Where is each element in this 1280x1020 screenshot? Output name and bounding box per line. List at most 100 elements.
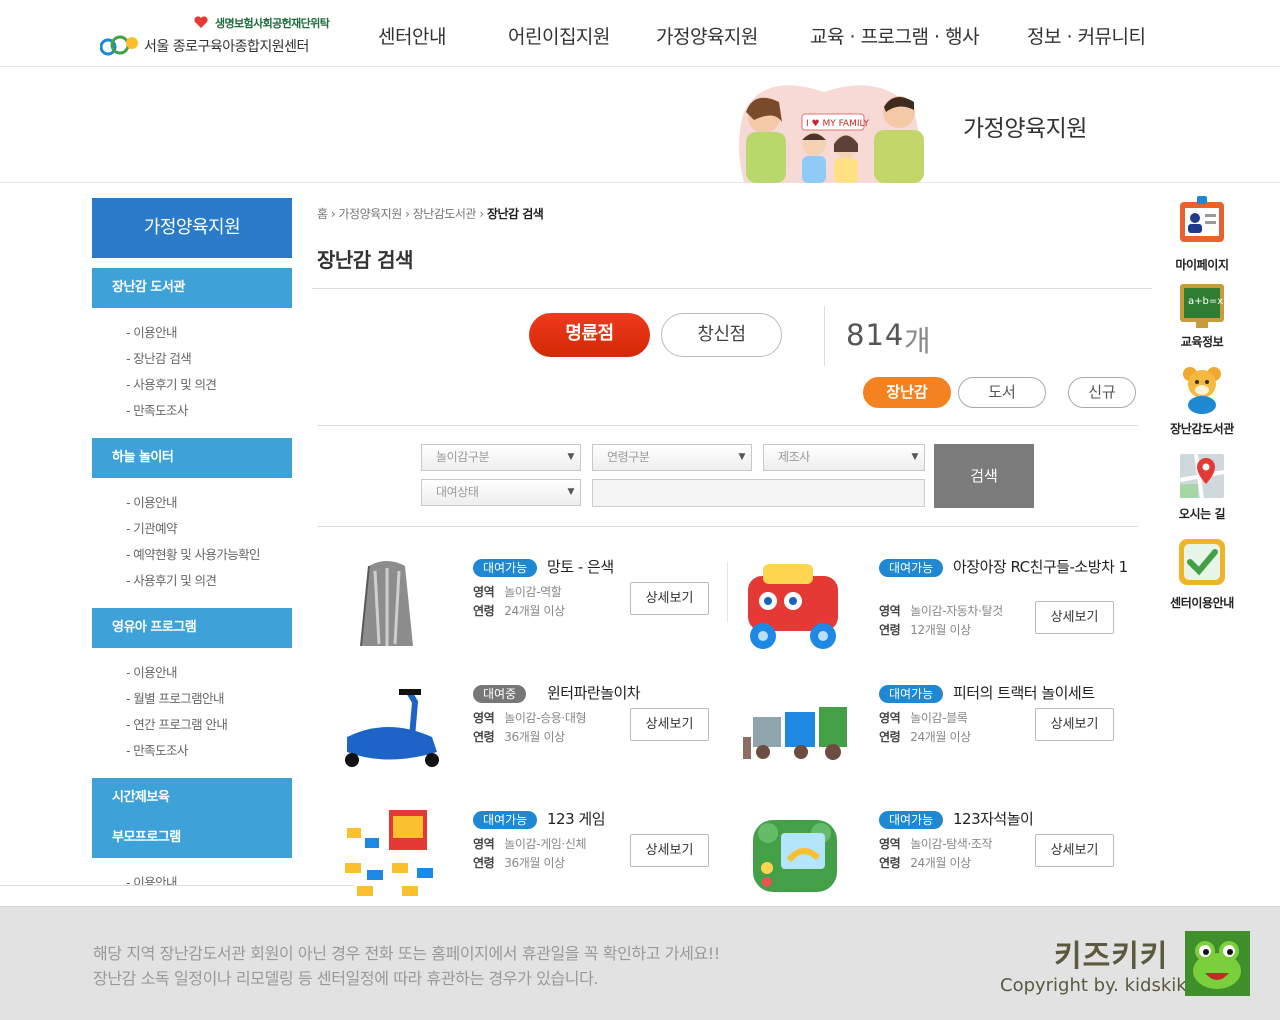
sidebar-title: 가정양육지원 [92,198,292,258]
result-count: 814 [846,318,905,352]
sidebar-item-survey[interactable]: - 만족도조사 [126,400,188,419]
area-label: 영역 [473,711,495,725]
toy-area: 영역 놀이감-블록 [879,709,968,726]
gnb-center-info[interactable]: 센터안내 [378,22,446,49]
detail-button[interactable]: 상세보기 [1035,708,1114,741]
breadcrumb-current: 장난감 검색 [486,207,544,221]
sidebar-group-parent-program[interactable]: 부모프로그램 [92,818,292,858]
sidebar-item-guide[interactable]: - 이용안내 [126,322,177,341]
center-logo-icon[interactable] [100,33,140,57]
toy-thumbnail[interactable] [723,556,863,656]
sidebar-group-hourly-care[interactable]: 시간제보육 [92,778,292,818]
sidebar-item-guide[interactable]: - 이용안내 [126,492,177,511]
divider [312,288,1152,289]
sidebar-item-survey[interactable]: - 만족도조사 [126,740,188,759]
breadcrumb-home[interactable]: 홈 [317,207,328,221]
sidebar-item-guide[interactable]: - 이용안내 [126,662,177,681]
chevron-right-icon: › [330,207,336,221]
toy-age: 연령 24개월 이상 [879,728,971,745]
area-value: 놀이감-역할 [504,585,562,599]
toy-thumbnail[interactable] [317,556,457,656]
caret-down-icon: ▼ [567,487,574,497]
area-label: 영역 [879,711,901,725]
toy-name[interactable]: 123자석놀이 [879,808,1129,830]
frog-mascot-icon [1185,931,1250,996]
gnb-home-parenting[interactable]: 가정양육지원 [656,22,758,49]
maker-select[interactable]: 제조사 ▼ [763,444,925,471]
play-type-select[interactable]: 놀이감구분 ▼ [421,444,581,471]
toy-area: 영역 놀이감-승용·대형 [473,709,587,726]
section-title: 가정양육지원 [963,116,1087,142]
sidebar-item-monthly-program[interactable]: - 월별 프로그램안내 [126,688,224,707]
age-label: 연령 [879,623,901,637]
family-illustration: I ♥ MY FAMILY [739,85,924,183]
breadcrumb-level2[interactable]: 장난감도서관 [413,207,477,221]
search-button[interactable]: 검색 [934,444,1034,508]
toy-thumbnail[interactable] [317,682,457,782]
toy-name[interactable]: 123 게임 [473,808,723,830]
detail-button[interactable]: 상세보기 [1035,834,1114,867]
toy-name[interactable]: 피터의 트랙터 놀이세트 [879,682,1129,704]
quick-menu-label: 마이페이지 [1175,258,1229,272]
area-label: 영역 [473,585,495,599]
store-tab-myeongnyun[interactable]: 명륜점 [529,313,650,357]
toy-name[interactable]: 망토 - 은색 [473,556,723,578]
detail-button[interactable]: 상세보기 [630,582,709,615]
toy-age: 연령 36개월 이상 [473,728,565,745]
toy-thumbnail[interactable] [723,682,863,782]
store-tab-changsin[interactable]: 창신점 [661,313,782,357]
sidebar-group-toy-library[interactable]: 장난감 도서관 [92,268,292,308]
age-value: 24개월 이상 [910,730,971,744]
age-label: 연령 [473,730,495,744]
age-value: 24개월 이상 [910,856,971,870]
detail-button[interactable]: 상세보기 [630,834,709,867]
area-label: 영역 [879,604,901,618]
map-pin-icon [1179,453,1225,499]
age-select[interactable]: 연령구분 ▼ [592,444,752,471]
breadcrumb-level1[interactable]: 가정양육지원 [339,207,403,221]
toy-item: 대여가능 피터의 트랙터 놀이세트 영역 놀이감-블록 연령 24개월 이상 상세보… [723,682,1123,792]
search-input[interactable] [592,479,925,507]
toy-area: 영역 놀이감-게임·신체 [473,835,587,852]
area-value: 놀이감-자동차·탈것 [910,604,1003,618]
area-label: 영역 [879,837,901,851]
sidebar-group-infant-program[interactable]: 영유아 프로그램 [92,608,292,648]
detail-button[interactable]: 상세보기 [1035,601,1114,634]
divider [317,425,1138,426]
footer-notice-1: 해당 지역 장난감도서관 회원이 아닌 경우 전화 또는 홈페이지에서 휴관일을… [93,944,720,963]
play-type-select-value: 놀이감구분 [436,450,490,464]
sidebar-item-toy-search[interactable]: - 장난감 검색 [126,348,192,367]
caret-down-icon: ▼ [738,452,745,462]
sidebar-item-reviews[interactable]: - 사용후기 및 의견 [126,570,217,589]
toy-age: 연령 12개월 이상 [879,621,971,638]
toy-thumbnail[interactable] [723,808,863,908]
detail-button[interactable]: 상세보기 [630,708,709,741]
toy-area: 영역 놀이감-자동차·탈것 [879,602,1003,619]
toy-name[interactable]: 윈터파란놀이차 [473,682,723,704]
site-footer: 해당 지역 장난감도서관 회원이 아닌 경우 전화 또는 홈페이지에서 휴관일을… [0,906,1280,1020]
type-tab-book[interactable]: 도서 [958,377,1046,408]
age-label: 연령 [473,856,495,870]
gnb-daycare-support[interactable]: 어린이집지원 [508,22,610,49]
status-select-value: 대여상태 [436,485,479,499]
sidebar-item-annual-program[interactable]: - 연간 프로그램 안내 [126,714,228,733]
toy-item: 대여가능 망토 - 은색 영역 놀이감-역할 연령 24개월 이상 상세보기 [317,556,717,666]
sidebar-item-reviews[interactable]: - 사용후기 및 의견 [126,374,217,393]
family-banner-text: I ♥ MY FAMILY [806,119,869,129]
gnb-education-program[interactable]: 교육 · 프로그램 · 행사 [810,22,980,49]
type-tab-new[interactable]: 신규 [1068,377,1136,408]
area-value: 놀이감-게임·신체 [504,837,587,851]
gnb-info-community[interactable]: 정보 · 커뮤니티 [1027,22,1146,49]
sidebar-group-sky-playground[interactable]: 하늘 놀이터 [92,438,292,478]
checkbox-icon [1179,539,1225,585]
toy-name[interactable]: 아장아장 RC친구들-소방차 1 [879,556,1129,578]
toy-item: 대여중 윈터파란놀이차 영역 놀이감-승용·대형 연령 36개월 이상 상세보기 [317,682,717,792]
type-tab-toy[interactable]: 장난감 [863,377,951,408]
site-header: 생명보험사회공헌재단위탁 서울 종로구육아종합지원센터 센터안내 어린이집지원 … [0,0,1280,67]
sidebar-item-reservation[interactable]: - 기관예약 [126,518,177,537]
sidebar-item-reservation-status[interactable]: - 예약현황 및 사용가능확인 [126,544,261,563]
center-name[interactable]: 서울 종로구육아종합지원센터 [144,36,309,56]
toy-age: 연령 36개월 이상 [473,854,565,871]
status-select[interactable]: 대여상태 ▼ [421,479,581,506]
heart-logo-icon [194,16,208,28]
